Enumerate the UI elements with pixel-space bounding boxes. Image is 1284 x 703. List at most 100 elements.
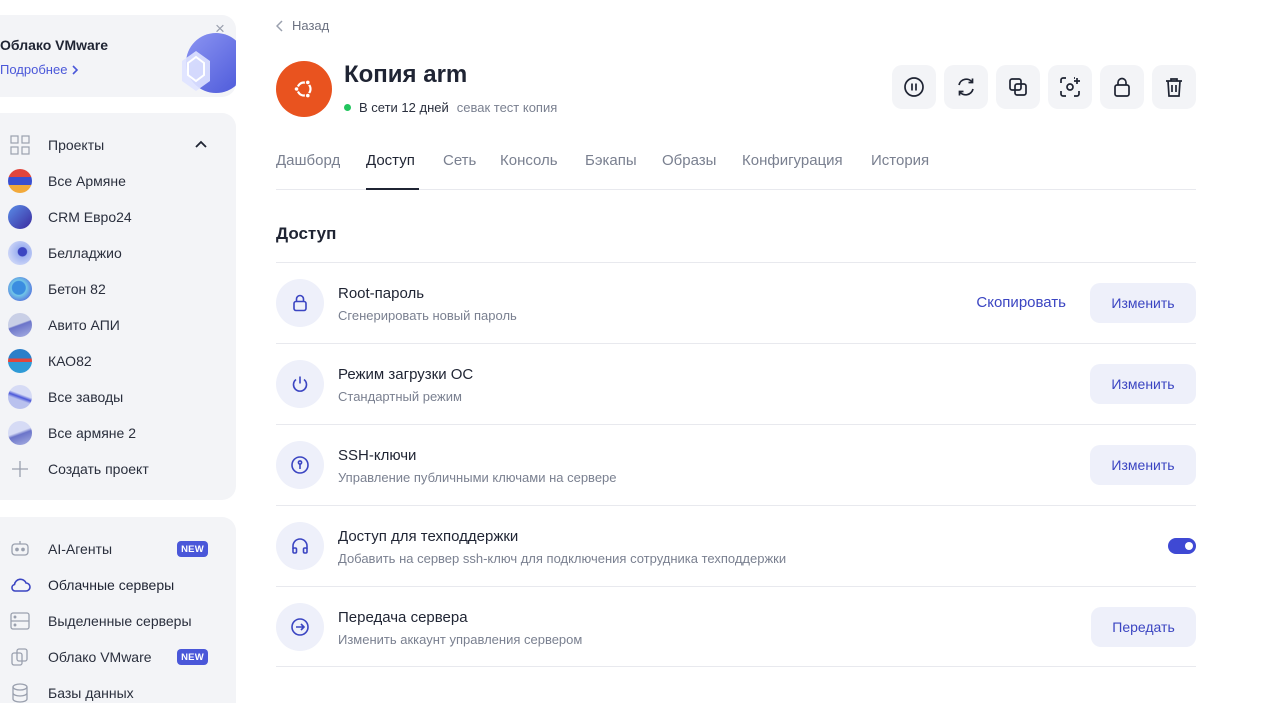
new-badge: NEW (177, 541, 208, 557)
change-ssh-keys-button[interactable]: Изменить (1090, 445, 1196, 485)
item-title: Доступ для техподдержки (338, 528, 519, 545)
project-avatar (8, 385, 32, 409)
projects-header[interactable]: Проекты (0, 130, 236, 160)
back-label: Назад (292, 18, 330, 33)
project-avatar (8, 349, 32, 373)
item-description: Сгенерировать новый пароль (338, 308, 517, 323)
project-item-belladzhio[interactable]: Белладжио (0, 238, 236, 268)
server-actions (892, 65, 1196, 109)
tab-backups[interactable]: Бэкапы (585, 152, 637, 169)
nav-item-vmware-cloud[interactable]: Облако VMware NEW (0, 642, 236, 672)
grid-icon (8, 133, 32, 157)
server-name: Копия arm (344, 61, 468, 88)
item-title: Передача сервера (338, 609, 468, 626)
project-item-vse-armyane-2[interactable]: Все армяне 2 (0, 418, 236, 448)
vmware-cloud-illustration (182, 33, 236, 93)
project-item-kao82[interactable]: КАО82 (0, 346, 236, 376)
lock-button[interactable] (1100, 65, 1144, 109)
item-description: Управление публичными ключами на сервере (338, 470, 617, 485)
plus-icon (8, 457, 32, 481)
server-status: В сети 12 дней севак тест копия (344, 100, 557, 115)
nav-label: Выделенные серверы (48, 613, 192, 629)
project-avatar (8, 241, 32, 265)
chevron-up-icon[interactable] (192, 136, 210, 154)
clone-button[interactable] (996, 65, 1040, 109)
delete-button[interactable] (1152, 65, 1196, 109)
section-title: Доступ (276, 224, 337, 243)
tab-history[interactable]: История (871, 152, 929, 169)
support-access-toggle[interactable] (1168, 538, 1196, 554)
power-icon (276, 360, 324, 408)
project-avatar (8, 421, 32, 445)
tab-console[interactable]: Консоль (500, 152, 558, 169)
back-link[interactable]: Назад (276, 18, 329, 33)
nav-label: Базы данных (48, 685, 134, 701)
database-icon (8, 681, 32, 703)
copy-password-link[interactable]: Скопировать (976, 294, 1066, 311)
project-item-crm-evro24[interactable]: CRM Евро24 (0, 202, 236, 232)
robot-icon (8, 537, 32, 561)
promo-banner: Облако VMware Подробнее × (0, 15, 236, 97)
nav-item-dedicated-servers[interactable]: Выделенные серверы (0, 606, 236, 636)
project-label: Белладжио (48, 245, 122, 261)
server-tabs: Дашборд Доступ Сеть Консоль Бэкапы Образ… (276, 150, 1196, 190)
pause-button[interactable] (892, 65, 936, 109)
project-label: КАО82 (48, 353, 92, 369)
tab-configuration[interactable]: Конфигурация (742, 152, 843, 169)
arrow-right-circle-icon (276, 603, 324, 651)
tab-images[interactable]: Образы (662, 152, 716, 169)
nav-label: Облачные серверы (48, 577, 175, 593)
project-avatar (8, 169, 32, 193)
nav-label: AI-Агенты (48, 541, 113, 557)
project-item-beton-82[interactable]: Бетон 82 (0, 274, 236, 304)
lock-icon (1114, 77, 1130, 97)
change-password-button[interactable]: Изменить (1090, 283, 1196, 323)
online-indicator (344, 104, 351, 111)
project-item-vse-armyane[interactable]: Все Армяне (0, 166, 236, 196)
copy-icon (1009, 78, 1027, 96)
tab-dashboard[interactable]: Дашборд (276, 152, 340, 169)
project-label: Все заводы (48, 389, 124, 405)
trash-icon (1166, 78, 1182, 97)
item-title: Root-пароль (338, 285, 425, 302)
project-label: Бетон 82 (48, 281, 106, 297)
project-label: Все армяне 2 (48, 425, 136, 441)
cloud-icon (8, 573, 32, 597)
projects-panel: Проекты Все Армяне CRM Евро24 Белладжио … (0, 113, 236, 500)
promo-title: Облако VMware (0, 37, 109, 53)
item-description: Изменить аккаунт управления сервером (338, 632, 583, 647)
change-boot-mode-button[interactable]: Изменить (1090, 364, 1196, 404)
project-label: Авито АПИ (48, 317, 120, 333)
project-item-avito-api[interactable]: Авито АПИ (0, 310, 236, 340)
key-icon (276, 441, 324, 489)
transfer-server-button[interactable]: Передать (1091, 607, 1196, 647)
snapshot-button[interactable] (1048, 65, 1092, 109)
item-description: Стандартный режим (338, 389, 462, 404)
project-label: Все Армяне (48, 173, 126, 189)
server-comment: севак тест копия (456, 100, 558, 115)
nav-item-databases[interactable]: Базы данных (0, 678, 236, 703)
access-item-root-password: Root-пароль Сгенерировать новый пароль С… (276, 262, 1196, 343)
access-item-ssh-keys: SSH-ключи Управление публичными ключами … (276, 424, 1196, 505)
access-item-support-access: Доступ для техподдержки Добавить на серв… (276, 505, 1196, 586)
item-description: Добавить на сервер ssh-ключ для подключе… (338, 551, 787, 566)
access-item-server-transfer: Передача сервера Изменить аккаунт управл… (276, 586, 1196, 667)
create-project-label: Создать проект (48, 461, 149, 477)
reboot-button[interactable] (944, 65, 988, 109)
promo-more-link[interactable]: Подробнее (0, 62, 79, 77)
create-project-button[interactable]: Создать проект (0, 454, 236, 484)
nav-label: Облако VMware (48, 649, 152, 665)
tab-access[interactable]: Доступ (366, 152, 415, 169)
nav-item-ai-agents[interactable]: AI-Агенты NEW (0, 534, 236, 564)
tab-network[interactable]: Сеть (443, 152, 476, 169)
projects-label: Проекты (48, 137, 105, 153)
item-title: Режим загрузки ОС (338, 366, 474, 383)
project-avatar (8, 313, 32, 337)
snapshot-icon (1060, 77, 1080, 97)
project-item-vse-zavody[interactable]: Все заводы (0, 382, 236, 412)
nav-item-cloud-servers[interactable]: Облачные серверы (0, 570, 236, 600)
lock-icon (276, 279, 324, 327)
status-text: В сети 12 дней (359, 100, 449, 115)
chevron-left-icon (276, 19, 283, 32)
vmware-icon (8, 645, 32, 669)
